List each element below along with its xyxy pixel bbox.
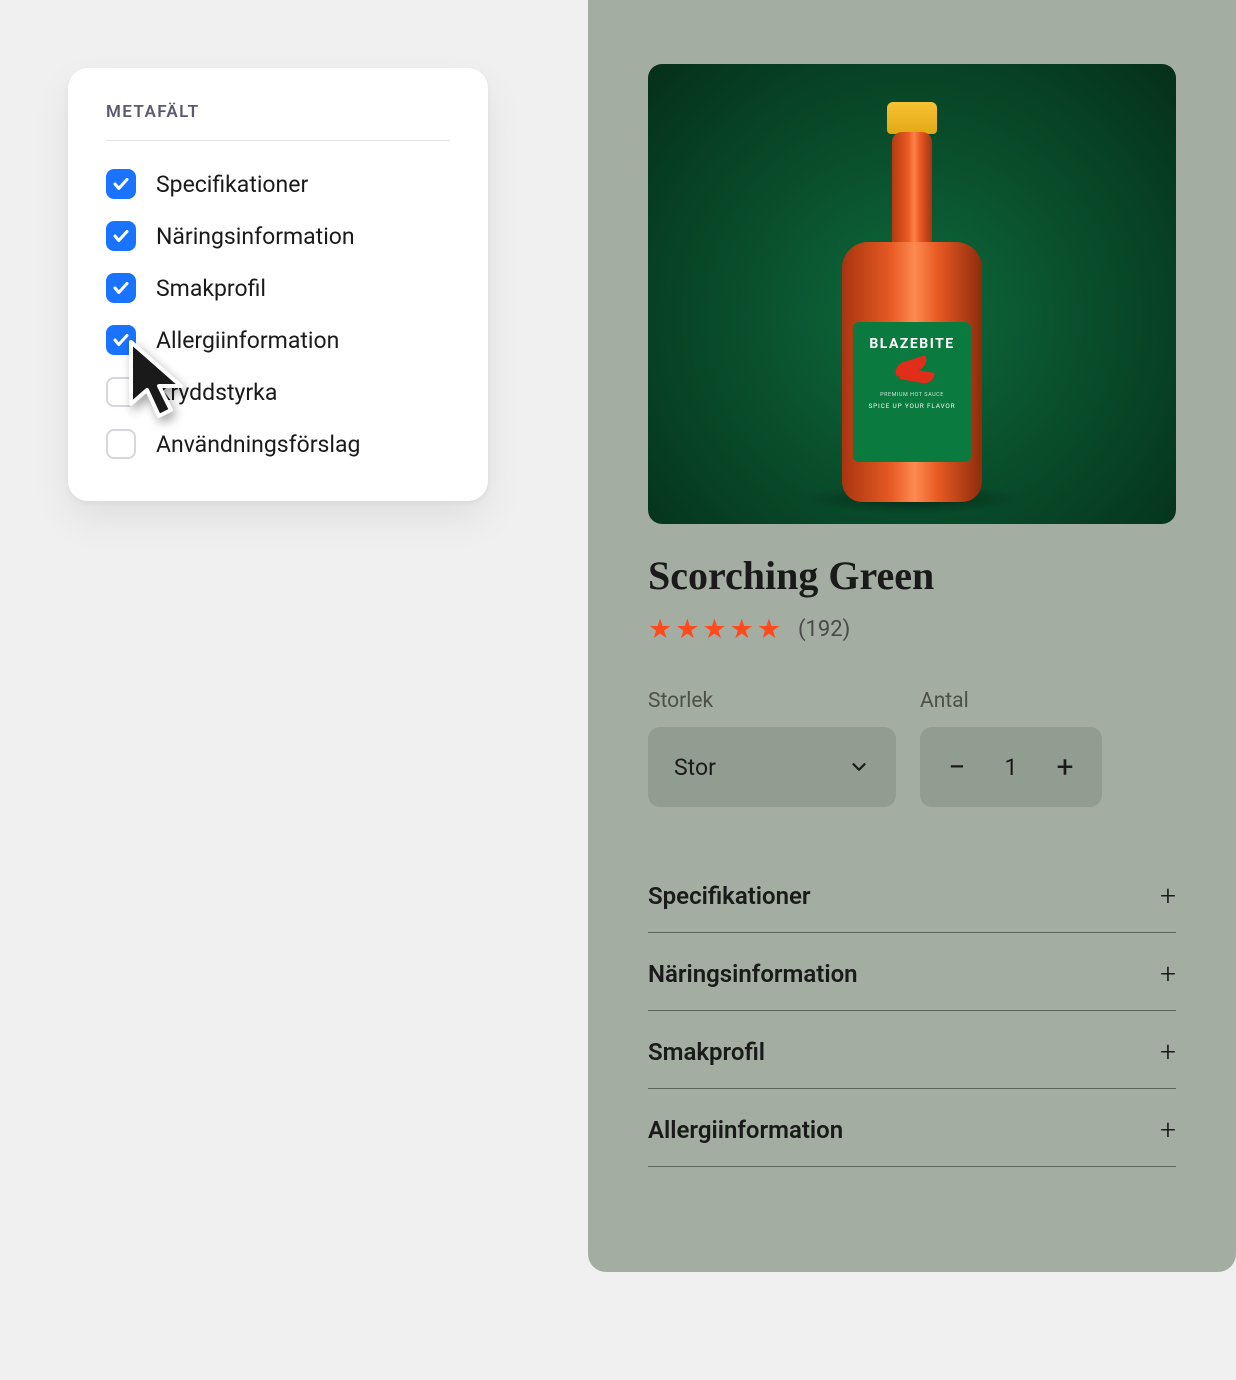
- chili-icon: [892, 360, 932, 384]
- accordion-title: Smakprofil: [648, 1038, 765, 1066]
- metafield-row-specifikationer[interactable]: Specifikationer: [106, 169, 450, 199]
- bottle-illustration: BLAZEBITE PREMIUM HOT SAUCE SPICE UP YOU…: [842, 102, 982, 502]
- metafield-row-naringsinformation[interactable]: Näringsinformation: [106, 221, 450, 251]
- size-dropdown[interactable]: Stor: [648, 727, 896, 807]
- metafield-label: Användningsförslag: [156, 431, 360, 458]
- metafield-row-kryddstyrka[interactable]: Kryddstyrka: [106, 377, 450, 407]
- plus-icon: +: [1160, 879, 1176, 912]
- accordion-item-naringsinformation[interactable]: Näringsinformation +: [648, 933, 1176, 1011]
- metafields-panel: METAFÄLT Specifikationer Näringsinformat…: [68, 68, 488, 501]
- quantity-stepper: − 1 +: [920, 727, 1102, 807]
- chevron-down-icon: [848, 756, 870, 778]
- accordion-item-specifikationer[interactable]: Specifikationer +: [648, 855, 1176, 933]
- bottle-sub-text: PREMIUM HOT SAUCE: [859, 392, 965, 398]
- review-count: (192): [798, 617, 850, 642]
- checkbox-kryddstyrka[interactable]: [106, 377, 136, 407]
- metafield-label: Smakprofil: [156, 275, 266, 302]
- qty-label: Antal: [920, 689, 1102, 713]
- qty-decrease-button[interactable]: −: [942, 750, 972, 785]
- plus-icon: +: [1160, 1035, 1176, 1068]
- size-value: Stor: [674, 754, 716, 781]
- metafield-label: Allergiinformation: [156, 327, 339, 354]
- checkbox-naringsinformation[interactable]: [106, 221, 136, 251]
- metafield-label: Kryddstyrka: [156, 379, 277, 406]
- metafield-row-smakprofil[interactable]: Smakprofil: [106, 273, 450, 303]
- size-label: Storlek: [648, 689, 896, 713]
- metafield-row-anvandningsforslag[interactable]: Användningsförslag: [106, 429, 450, 459]
- checkbox-allergiinformation[interactable]: [106, 325, 136, 355]
- metafield-row-allergiinformation[interactable]: Allergiinformation: [106, 325, 450, 355]
- plus-icon: +: [1160, 957, 1176, 990]
- checkbox-anvandningsforslag[interactable]: [106, 429, 136, 459]
- accordion-title: Allergiinformation: [648, 1116, 843, 1144]
- bottle-brand-text: BLAZEBITE: [859, 336, 965, 352]
- star-icons: ★★★★★: [648, 613, 784, 645]
- plus-icon: +: [1160, 1113, 1176, 1146]
- metafield-label: Specifikationer: [156, 171, 308, 198]
- qty-value: 1: [1005, 754, 1018, 781]
- metafields-title: METAFÄLT: [106, 102, 450, 141]
- qty-increase-button[interactable]: +: [1050, 750, 1080, 785]
- checkbox-smakprofil[interactable]: [106, 273, 136, 303]
- product-title: Scorching Green: [648, 552, 1176, 599]
- rating-row: ★★★★★ (192): [648, 613, 1176, 645]
- accordion-title: Näringsinformation: [648, 960, 858, 988]
- accordion-item-allergiinformation[interactable]: Allergiinformation +: [648, 1089, 1176, 1167]
- metafield-label: Näringsinformation: [156, 223, 355, 250]
- accordion-item-smakprofil[interactable]: Smakprofil +: [648, 1011, 1176, 1089]
- product-image: BLAZEBITE PREMIUM HOT SAUCE SPICE UP YOU…: [648, 64, 1176, 524]
- accordion: Specifikationer + Näringsinformation + S…: [648, 855, 1176, 1167]
- product-preview-panel: BLAZEBITE PREMIUM HOT SAUCE SPICE UP YOU…: [588, 0, 1236, 1272]
- bottle-tagline-text: SPICE UP YOUR FLAVOR: [859, 402, 965, 410]
- checkbox-specifikationer[interactable]: [106, 169, 136, 199]
- accordion-title: Specifikationer: [648, 882, 811, 910]
